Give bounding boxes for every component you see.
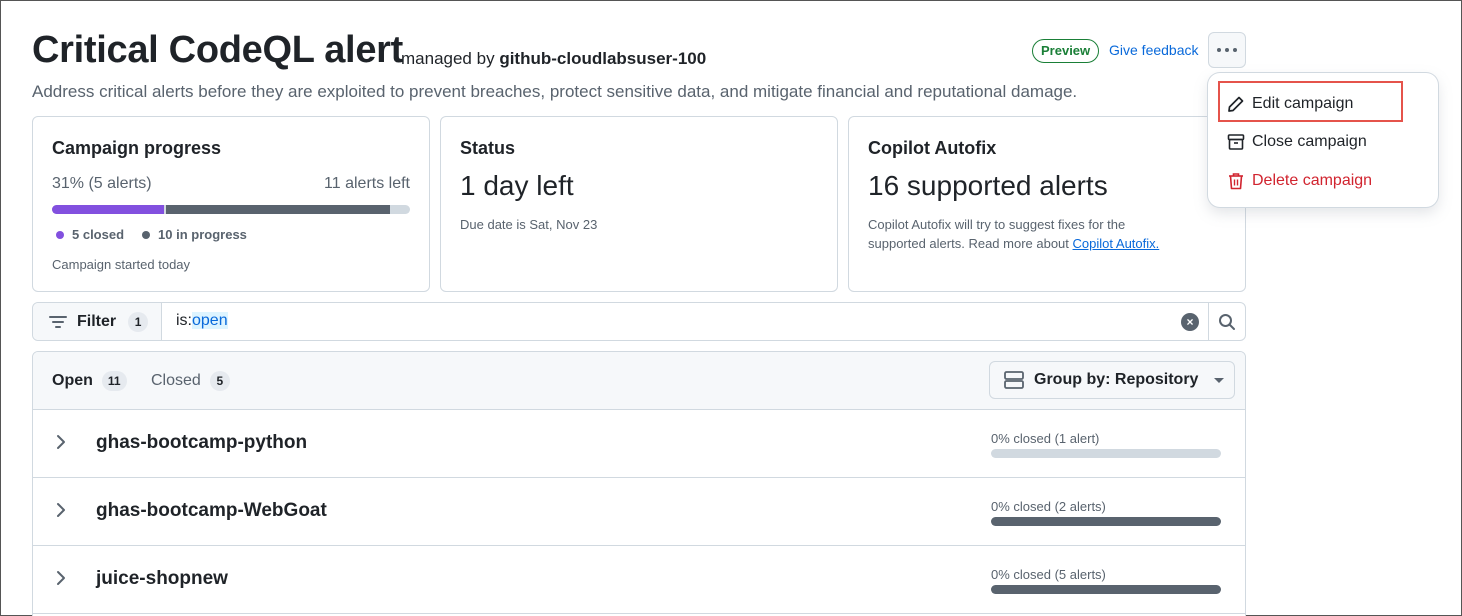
closed-status: 0% closed (5 alerts)	[991, 567, 1106, 582]
repo-name[interactable]: ghas-bootcamp-WebGoat	[96, 500, 327, 522]
group-by-dropdown[interactable]: Group by: Repository	[989, 361, 1235, 399]
query-value: open	[192, 312, 228, 329]
managed-by-text: managed by github-cloudlabsuser-100	[401, 49, 706, 69]
repo-name[interactable]: ghas-bootcamp-python	[96, 432, 307, 454]
progress-closed-segment	[52, 205, 164, 214]
give-feedback-link[interactable]: Give feedback	[1109, 42, 1199, 58]
menu-item-edit-campaign[interactable]: Edit campaign	[1208, 85, 1438, 123]
alerts-left: 11 alerts left	[324, 175, 410, 192]
card-title: Copilot Autofix	[868, 138, 997, 158]
closed-count: 5	[209, 371, 230, 391]
clear-icon[interactable]: ×	[1181, 313, 1199, 331]
repo-progress-bar	[991, 449, 1221, 458]
managed-by-prefix: managed by	[401, 49, 495, 68]
caret-down-icon	[1214, 377, 1225, 383]
closed-status: 0% closed (1 alert)	[991, 431, 1100, 446]
search-input[interactable]: is:open	[176, 312, 228, 330]
more-options-button[interactable]	[1208, 32, 1246, 68]
chevron-right-icon[interactable]	[55, 569, 67, 587]
rows-icon	[1004, 371, 1024, 389]
open-count: 11	[101, 371, 127, 391]
autofix-note: Copilot Autofix will try to suggest fixe…	[868, 217, 1160, 251]
progress-percent: 31% (5 alerts)	[52, 175, 152, 192]
repo-progress-bar	[991, 585, 1221, 594]
search-icon	[1219, 313, 1235, 330]
filter-label: Filter	[77, 312, 117, 330]
chevron-right-icon[interactable]	[55, 501, 67, 519]
status-card: Status 1 day left Due date is Sat, Nov 2…	[440, 116, 838, 292]
menu-item-close-campaign[interactable]: Close campaign	[1208, 123, 1438, 161]
card-title: Campaign progress	[52, 138, 222, 158]
more-options-menu: Edit campaign Close campaign Delete camp…	[1208, 73, 1438, 207]
supported-alerts-value: 16 supported alerts	[868, 170, 1108, 201]
closed-status: 0% closed (2 alerts)	[991, 499, 1106, 514]
repo-name[interactable]: juice-shopnew	[96, 568, 228, 590]
legend-closed: 5 closed	[56, 227, 124, 242]
tab-open[interactable]: Open 11	[52, 371, 127, 391]
repo-progress-bar	[991, 517, 1221, 526]
page-title: Critical CodeQL alert	[32, 29, 403, 71]
card-title: Status	[460, 138, 516, 158]
table-row[interactable]: ghas-bootcamp-WebGoat 0% closed (2 alerts…	[33, 478, 1245, 546]
filter-button[interactable]: Filter 1	[33, 303, 162, 340]
progress-legend: 5 closed 10 in progress	[56, 227, 247, 242]
due-date-text: Due date is Sat, Nov 23	[460, 217, 598, 232]
trash-icon	[1229, 173, 1243, 190]
alerts-panel: Open 11 Closed 5 Group by: Repository gh…	[32, 351, 1246, 616]
closed-dot-icon	[56, 231, 64, 239]
status-value: 1 day left	[460, 170, 574, 201]
legend-in-progress: 10 in progress	[142, 227, 247, 242]
progress-in-progress-segment	[166, 205, 390, 214]
table-row[interactable]: ghas-bootcamp-python 0% closed (1 alert)	[33, 410, 1245, 478]
in-progress-dot-icon	[142, 231, 151, 239]
campaign-description: Address critical alerts before they are …	[32, 82, 1078, 101]
campaign-progress-card: Campaign progress 31% (5 alerts) 11 aler…	[32, 116, 430, 292]
archive-icon	[1227, 134, 1245, 150]
search-button[interactable]	[1208, 303, 1245, 340]
pencil-icon	[1228, 96, 1244, 112]
filter-icon	[49, 315, 67, 328]
campaign-started-text: Campaign started today	[52, 257, 191, 272]
copilot-autofix-link[interactable]: Copilot Autofix.	[1073, 236, 1160, 251]
filter-count: 1	[128, 311, 149, 332]
tab-closed[interactable]: Closed 5	[151, 371, 230, 391]
progress-bar	[52, 205, 410, 214]
kebab-icon	[1217, 48, 1221, 52]
copilot-autofix-card: Copilot Autofix 16 supported alerts Copi…	[848, 116, 1246, 292]
chevron-right-icon[interactable]	[55, 433, 67, 451]
preview-badge: Preview	[1032, 39, 1100, 63]
table-row[interactable]: juice-shopnew 0% closed (5 alerts)	[33, 546, 1245, 614]
panel-header: Open 11 Closed 5 Group by: Repository	[33, 352, 1245, 410]
menu-item-delete-campaign[interactable]: Delete campaign	[1208, 162, 1438, 200]
filter-bar: Filter 1 is:open ×	[32, 302, 1246, 341]
managed-by-user: github-cloudlabsuser-100	[499, 49, 707, 68]
